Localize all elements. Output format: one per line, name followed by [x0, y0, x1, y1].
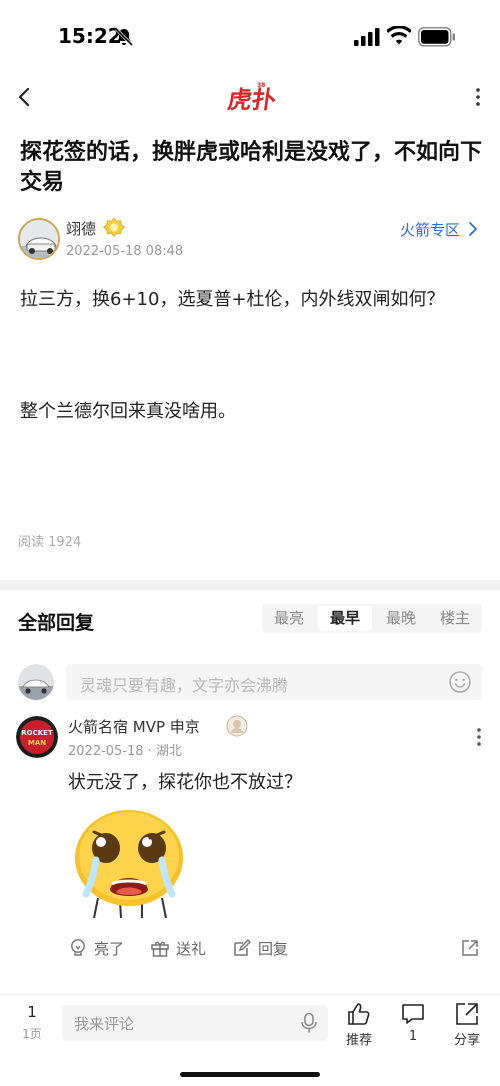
- user-badge-icon: [226, 715, 248, 737]
- svg-text:38: 38: [257, 82, 265, 89]
- nav-bar: 虎扑 38: [0, 72, 500, 122]
- edit-pen-icon: [234, 939, 251, 956]
- gift-button[interactable]: 送礼: [150, 934, 206, 962]
- light-label: 亮了: [94, 939, 125, 958]
- section-divider: [0, 580, 500, 590]
- back-chevron-icon[interactable]: [12, 84, 38, 110]
- share-button[interactable]: 分享: [442, 1001, 492, 1048]
- tab-latest[interactable]: 最晚: [374, 604, 428, 633]
- my-avatar: [18, 664, 54, 700]
- wifi-icon: [387, 26, 411, 45]
- recommend-label: 推荐: [345, 1033, 372, 1048]
- comment-count: 1: [408, 1029, 418, 1044]
- tab-brightest[interactable]: 最亮: [262, 604, 316, 633]
- comments-button[interactable]: 1: [388, 1001, 438, 1044]
- svg-text:MAN: MAN: [28, 739, 46, 747]
- microphone-icon[interactable]: [300, 1012, 318, 1034]
- home-indicator: [180, 1072, 320, 1077]
- gift-icon: [151, 941, 169, 957]
- reply-avatar[interactable]: ROCKET MAN: [16, 716, 58, 758]
- recommend-button[interactable]: 推荐: [334, 1001, 384, 1048]
- post-paragraph: 拉三方，换6+10，选夏普+杜伦，内外线双闸如何？: [20, 289, 445, 310]
- author-avatar-image: [20, 220, 58, 258]
- share-label: 分享: [453, 1033, 480, 1048]
- replies-header: 全部回复: [18, 612, 95, 634]
- post-time: 2022-05-18 08:48: [66, 244, 184, 259]
- vertical-dots-icon[interactable]: [474, 726, 484, 748]
- reply-label: 回复: [258, 939, 289, 958]
- status-bar: 15:22: [0, 0, 500, 72]
- read-count: 阅读 1924: [18, 535, 82, 550]
- svg-text:ROCKET: ROCKET: [21, 729, 53, 737]
- author-avatar[interactable]: [18, 218, 60, 260]
- sort-tabs: 最亮 最早 最晚 楼主: [262, 604, 482, 633]
- zone-link[interactable]: 火箭专区: [400, 219, 460, 240]
- light-button[interactable]: 亮了: [68, 934, 124, 962]
- emoji-smile-icon[interactable]: [448, 670, 472, 694]
- reply-text: 状元没了，探花你也不放过？: [68, 772, 302, 793]
- page-number[interactable]: 1: [20, 1003, 44, 1021]
- gift-label: 送礼: [176, 939, 207, 958]
- reply-actions: 亮了 送礼 回复: [68, 934, 484, 962]
- bottom-input-placeholder: 我来评论: [74, 1015, 135, 1033]
- thumbs-up-icon: [348, 1003, 370, 1025]
- vertical-dots-icon[interactable]: [470, 86, 486, 108]
- post-title: 探花签的话，换胖虎或哈利是没戏了，不如向下交易: [20, 140, 483, 195]
- lightbulb-icon: [71, 939, 85, 956]
- tab-op-only[interactable]: 楼主: [428, 604, 482, 633]
- share-arrow-icon[interactable]: [460, 938, 480, 958]
- crying-face-sticker[interactable]: [68, 804, 190, 922]
- author-name[interactable]: 翊德: [66, 218, 96, 239]
- comment-input-placeholder: 灵魂只要有趣，文字亦会沸腾: [80, 676, 289, 695]
- signal-icon: [354, 28, 380, 46]
- my-avatar-image: [18, 664, 54, 700]
- chevron-right-icon[interactable]: [467, 221, 479, 237]
- tab-earliest[interactable]: 最早: [318, 606, 372, 631]
- comment-input[interactable]: 灵魂只要有趣，文字亦会沸腾: [66, 664, 482, 700]
- post-paragraph: 整个兰德尔回来真没啥用。: [20, 401, 236, 422]
- comment-bubble-icon: [402, 1004, 424, 1024]
- share-icon: [456, 1003, 478, 1025]
- bottom-bar: 1 1页 我来评论 推荐 1 分享: [0, 994, 500, 1054]
- status-time: 15:22: [58, 24, 122, 48]
- bell-mute-icon: [114, 27, 134, 47]
- reply-avatar-image: ROCKET MAN: [16, 716, 58, 758]
- reply-author-name[interactable]: 火箭名宿 MVP 申京: [68, 716, 200, 737]
- reply-button[interactable]: 回复: [232, 934, 288, 962]
- bottom-comment-input[interactable]: 我来评论: [62, 1005, 328, 1041]
- hupu-logo: 虎扑 38: [226, 82, 277, 114]
- reply-meta: 2022-05-18 · 湖北: [68, 744, 182, 759]
- svg-text:虎扑: 虎扑: [226, 85, 277, 114]
- post-body: 拉三方，换6+10，选夏普+杜伦，内外线双闸如何？ 整个兰德尔回来真没啥用。: [20, 284, 490, 428]
- page-label[interactable]: 1页: [14, 1025, 50, 1042]
- battery-icon: [418, 27, 455, 47]
- gold-badge-icon: [103, 217, 125, 238]
